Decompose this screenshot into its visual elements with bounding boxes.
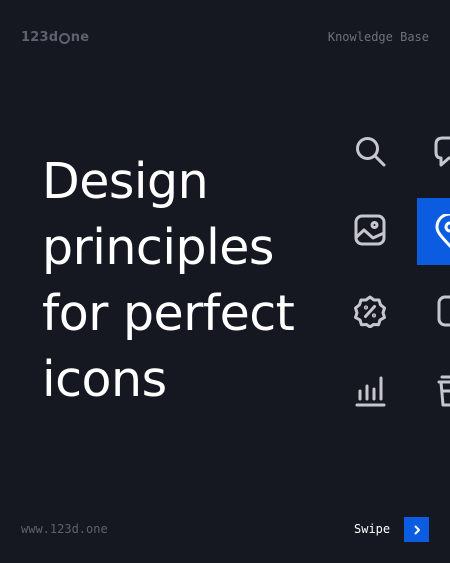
highlighted-icon-tile [417, 198, 450, 265]
chevron-right-icon [414, 525, 420, 534]
brand-logo: 123d ne [21, 29, 89, 45]
logo-o-mark [59, 32, 71, 44]
image-icon [353, 213, 387, 247]
location-pin-icon [433, 214, 450, 248]
cup-icon [435, 374, 450, 408]
swipe-next-button[interactable] [404, 517, 429, 542]
website-url: www.123d.one [21, 522, 108, 536]
square-icon [436, 294, 450, 328]
swipe-label: Swipe [354, 522, 391, 536]
title-line: icons [42, 351, 167, 408]
title-line: principles [42, 219, 274, 276]
logo-text-suffix: ne [70, 29, 90, 45]
search-icon [353, 134, 387, 168]
chat-bubble-icon [433, 134, 450, 168]
logo-text-prefix: 123d [21, 29, 59, 45]
page-title: Design principles for perfect icons [42, 149, 342, 413]
percent-badge-icon [353, 294, 387, 328]
bar-chart-icon [353, 374, 387, 408]
title-line: Design [42, 153, 209, 210]
title-line: for perfect [42, 285, 295, 342]
section-label: Knowledge Base [327, 30, 429, 44]
